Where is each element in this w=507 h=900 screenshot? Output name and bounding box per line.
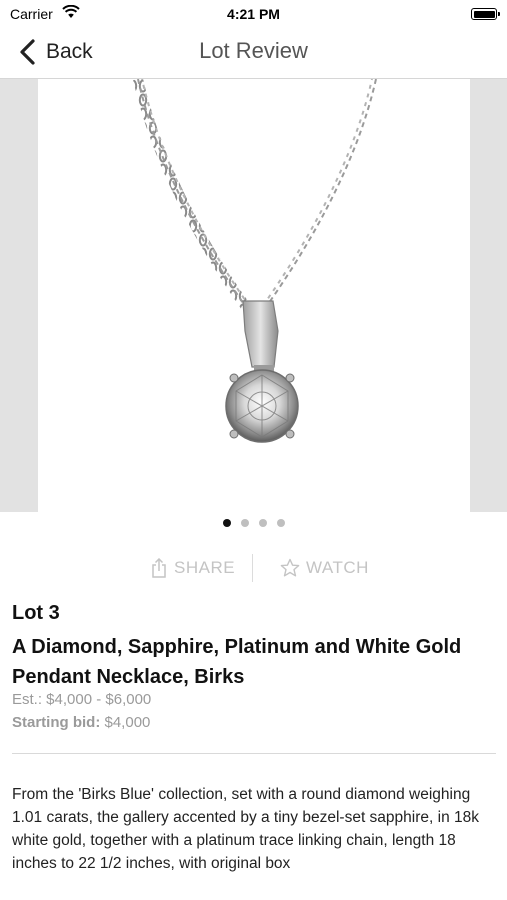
share-button[interactable]: SHARE — [150, 558, 235, 578]
share-icon — [152, 558, 166, 578]
necklace-image — [133, 79, 377, 443]
action-bar: SHARE WATCH — [0, 554, 507, 582]
page-dot[interactable] — [258, 519, 267, 527]
starting-bid: Starting bid: $4,000 — [12, 714, 150, 731]
watch-label: WATCH — [306, 558, 369, 577]
page-dot[interactable] — [276, 519, 285, 527]
page-title: Lot Review — [199, 38, 308, 63]
starting-bid-value: $4,000 — [104, 714, 151, 731]
lot-description: From the 'Birks Blue' collection, set wi… — [12, 786, 479, 872]
page-dot[interactable] — [222, 519, 231, 527]
page-dot[interactable] — [240, 519, 249, 527]
starting-bid-label: Starting bid: — [12, 714, 101, 731]
navigation-bar: Back Lot Review — [0, 28, 507, 79]
photo-gallery[interactable] — [0, 79, 507, 512]
estimate-text: Est.: $4,000 - $6,000 — [12, 691, 152, 708]
section-divider — [12, 753, 496, 754]
clock: 4:21 PM — [227, 6, 280, 22]
status-bar: Carrier 4:21 PM — [0, 0, 507, 28]
lot-title: A Diamond, Sapphire, Platinum and White … — [12, 636, 462, 688]
page-indicator[interactable] — [0, 519, 507, 527]
share-label: SHARE — [174, 558, 236, 577]
battery-icon — [471, 8, 500, 20]
watch-button[interactable]: WATCH — [280, 558, 369, 578]
lot-number: Lot 3 — [12, 602, 60, 624]
pendant-necklace-photo[interactable] — [38, 79, 470, 512]
star-icon — [280, 558, 300, 577]
action-divider — [252, 554, 253, 582]
